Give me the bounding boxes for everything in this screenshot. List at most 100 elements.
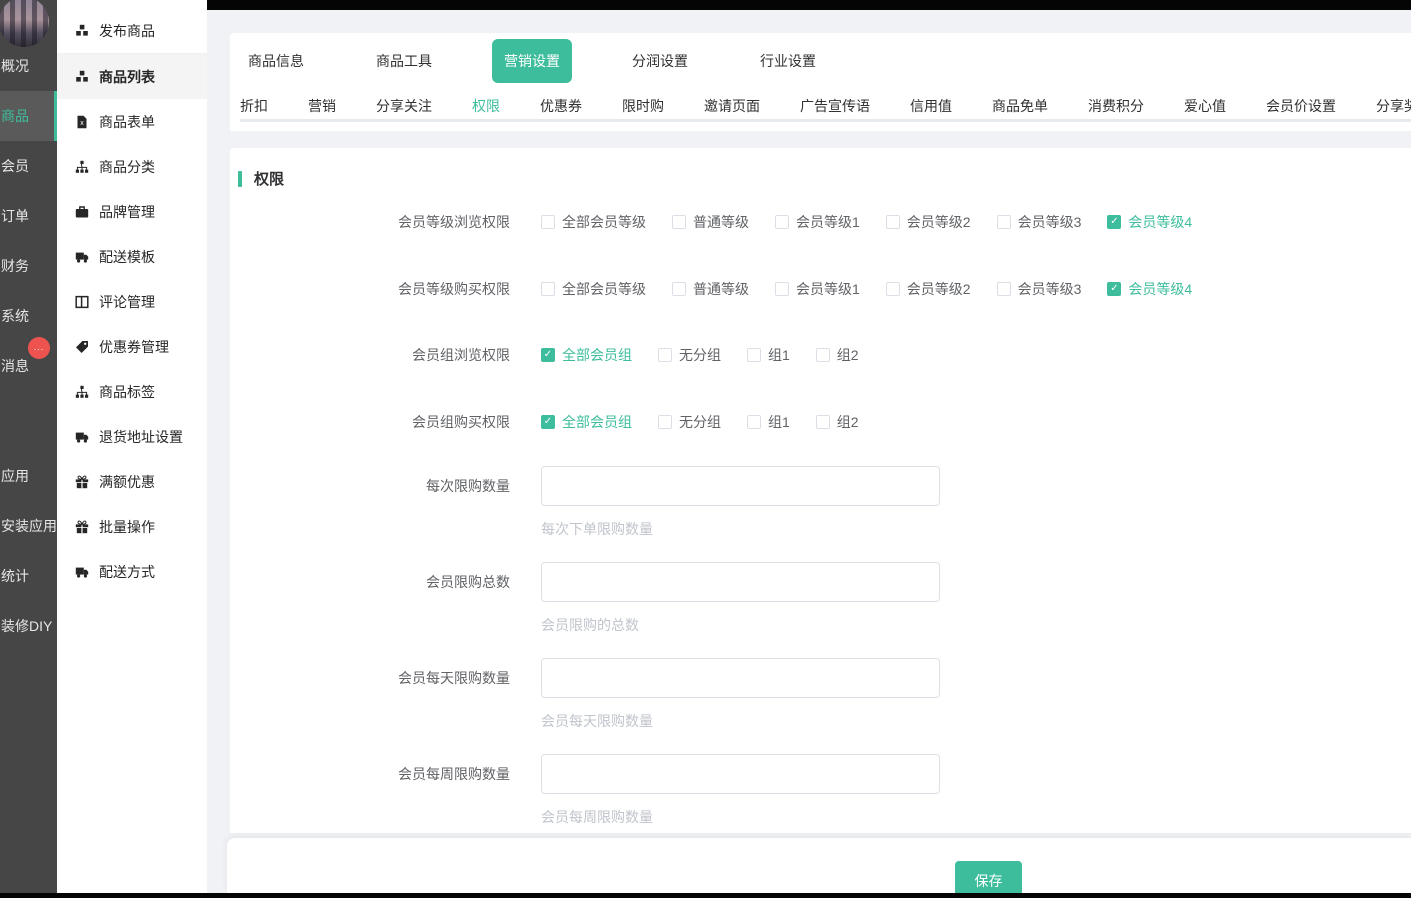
avatar[interactable] xyxy=(0,0,49,47)
menu-item[interactable]: 商品标签 xyxy=(57,369,207,414)
checkbox-box[interactable] xyxy=(816,348,830,362)
checkbox[interactable]: 组1 xyxy=(747,412,790,432)
sub-tab[interactable]: 折扣 xyxy=(240,96,268,116)
checkbox[interactable]: 会员等级3 xyxy=(997,279,1082,299)
checkbox-box[interactable] xyxy=(747,415,761,429)
checkbox[interactable]: ✓全部会员组 xyxy=(541,345,632,365)
checkbox[interactable]: 会员等级1 xyxy=(775,279,860,299)
checkbox[interactable]: 组1 xyxy=(747,345,790,365)
dark-nav-item[interactable]: 统计 xyxy=(0,551,57,601)
form-row: 会员等级浏览权限全部会员等级普通等级会员等级1会员等级2会员等级3✓会员等级4 xyxy=(230,212,1411,232)
form-row: 会员每天限购数量会员每天限购数量 xyxy=(230,658,1411,731)
menu-item[interactable]: 品牌管理 xyxy=(57,189,207,234)
dark-nav-item[interactable]: 财务 xyxy=(0,241,57,291)
checkbox-label: 无分组 xyxy=(679,345,721,365)
checkbox-box[interactable] xyxy=(775,215,789,229)
sub-tab[interactable]: 商品免单 xyxy=(992,96,1048,116)
checkbox[interactable]: ✓会员等级4 xyxy=(1107,212,1192,232)
checkbox[interactable]: 会员等级3 xyxy=(997,212,1082,232)
sub-tab[interactable]: 分享奖 xyxy=(1376,96,1411,116)
dark-nav-item[interactable]: 订单 xyxy=(0,191,57,241)
checkbox-box[interactable] xyxy=(816,415,830,429)
checkbox[interactable]: 会员等级2 xyxy=(886,279,971,299)
dark-nav-item[interactable]: 概况 xyxy=(0,41,57,91)
menu-item[interactable]: 优惠券管理 xyxy=(57,324,207,369)
dark-nav-item[interactable]: 系统 xyxy=(0,291,57,341)
checkbox-box[interactable]: ✓ xyxy=(541,348,555,362)
menu-item[interactable]: 商品分类 xyxy=(57,144,207,189)
main-tab[interactable]: 行业设置 xyxy=(724,33,852,89)
sub-tab[interactable]: 优惠券 xyxy=(540,96,582,116)
checkbox-box[interactable] xyxy=(747,348,761,362)
checkbox[interactable]: ✓会员等级4 xyxy=(1107,279,1192,299)
menu-item-label: 品牌管理 xyxy=(99,202,155,222)
menu-item[interactable]: 配送模板 xyxy=(57,234,207,279)
checkbox-label: 组1 xyxy=(768,345,790,365)
dark-nav-item[interactable]: 商品 xyxy=(0,91,57,141)
checkbox[interactable]: 无分组 xyxy=(658,345,721,365)
menu-item[interactable]: 商品列表 xyxy=(57,54,207,99)
checkbox[interactable]: 组2 xyxy=(816,412,859,432)
checkbox-box[interactable]: ✓ xyxy=(1107,282,1121,296)
limit-input[interactable] xyxy=(541,658,940,698)
checkbox[interactable]: 无分组 xyxy=(658,412,721,432)
checkbox-box[interactable] xyxy=(997,215,1011,229)
menu-item[interactable]: 退货地址设置 xyxy=(57,414,207,459)
checkbox[interactable]: 普通等级 xyxy=(672,212,749,232)
limit-input[interactable] xyxy=(541,466,940,506)
sub-tab[interactable]: 爱心值 xyxy=(1184,96,1226,116)
checkbox-group: 全部会员等级 普通等级 会员等级1 会员等级2 会员等级3 ✓会员等级4 xyxy=(541,212,1192,232)
limit-input[interactable] xyxy=(541,562,940,602)
checkbox[interactable]: 普通等级 xyxy=(672,279,749,299)
menu-item[interactable]: 配送方式 xyxy=(57,549,207,594)
checkbox-box[interactable]: ✓ xyxy=(1107,215,1121,229)
sub-tab[interactable]: 消费积分 xyxy=(1088,96,1144,116)
sub-tab[interactable]: 权限 xyxy=(472,96,500,116)
dark-nav-item[interactable]: 会员 xyxy=(0,141,57,191)
checkbox-box[interactable] xyxy=(886,215,900,229)
checkbox-box[interactable] xyxy=(672,215,686,229)
checkbox-box[interactable] xyxy=(541,215,555,229)
sub-tab[interactable]: 限时购 xyxy=(622,96,664,116)
sub-tab[interactable]: 分享关注 xyxy=(376,96,432,116)
main-tab[interactable]: 商品信息 xyxy=(212,33,340,89)
checkbox-box[interactable] xyxy=(672,282,686,296)
main-tab[interactable]: 分润设置 xyxy=(596,33,724,89)
sub-tab[interactable]: 信用值 xyxy=(910,96,952,116)
checkbox[interactable]: 全部会员等级 xyxy=(541,212,646,232)
menu-item[interactable]: 批量操作 xyxy=(57,504,207,549)
main-tab[interactable]: 营销设置 xyxy=(468,33,596,89)
checkbox[interactable]: 全部会员等级 xyxy=(541,279,646,299)
main-tab[interactable]: 商品工具 xyxy=(340,33,468,89)
checkbox-box[interactable] xyxy=(886,282,900,296)
checkbox-box[interactable] xyxy=(775,282,789,296)
checkbox-label: 会员等级3 xyxy=(1018,212,1082,232)
sub-tab[interactable]: 广告宣传语 xyxy=(800,96,870,116)
sub-tab[interactable]: 会员价设置 xyxy=(1266,96,1336,116)
menu-item[interactable]: x商品表单 xyxy=(57,99,207,144)
checkbox-label: 普通等级 xyxy=(693,279,749,299)
dark-nav-item[interactable]: 应用 xyxy=(0,451,57,501)
sub-tab[interactable]: 邀请页面 xyxy=(704,96,760,116)
dark-nav-item[interactable]: 装修DIY xyxy=(0,601,57,651)
menu-item[interactable]: 评论管理 xyxy=(57,279,207,324)
limit-input[interactable] xyxy=(541,754,940,794)
dark-nav-item[interactable]: 安装应用 xyxy=(0,501,57,551)
checkbox[interactable]: 组2 xyxy=(816,345,859,365)
checkbox[interactable]: 会员等级2 xyxy=(886,212,971,232)
menu-item-label: 评论管理 xyxy=(99,292,155,312)
sub-tab[interactable]: 营销 xyxy=(308,96,336,116)
menu-item[interactable]: 满额优惠 xyxy=(57,459,207,504)
menu-item[interactable]: 发布商品 xyxy=(57,9,207,54)
checkbox-label: 全部会员组 xyxy=(562,412,632,432)
checkbox-box[interactable] xyxy=(658,415,672,429)
secondary-sidebar: 发布商品商品列表x商品表单商品分类品牌管理配送模板评论管理优惠券管理商品标签退货… xyxy=(57,0,207,898)
checkbox-box[interactable] xyxy=(541,282,555,296)
input-wrapper: 会员每周限购数量 xyxy=(541,754,940,827)
checkbox-box[interactable]: ✓ xyxy=(541,415,555,429)
checkbox-box[interactable] xyxy=(658,348,672,362)
checkbox[interactable]: ✓ 全部会员组 xyxy=(541,412,632,432)
checkbox-box[interactable] xyxy=(997,282,1011,296)
dark-nav-item[interactable]: 消息... xyxy=(0,341,57,391)
checkbox[interactable]: 会员等级1 xyxy=(775,212,860,232)
